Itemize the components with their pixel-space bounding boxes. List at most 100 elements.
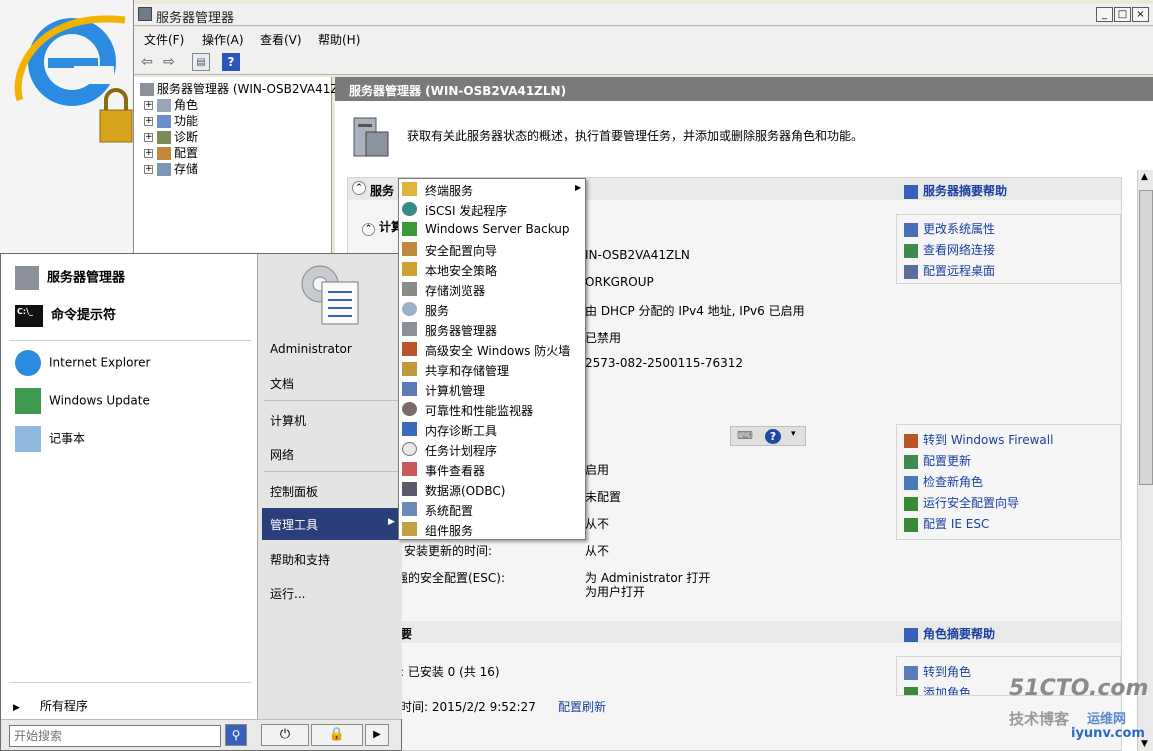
start-menu-footer: ⚲ ⏻ 🔒 ▶: [1, 719, 401, 750]
roles-summary-header: 摘要 角色摘要帮助: [348, 621, 1121, 643]
show-hide-console-tree-icon[interactable]: ▤: [192, 53, 210, 71]
submenu-security-config-wizard[interactable]: 安全配置向导: [399, 239, 585, 259]
menu-help[interactable]: 帮助(H): [318, 31, 360, 48]
start-right-administrative-tools[interactable]: 管理工具 ▶: [262, 508, 400, 540]
start-item-server-manager[interactable]: 服务器管理器: [15, 266, 125, 290]
tree-item-storage[interactable]: + 存储: [144, 160, 198, 176]
configure-refresh-link[interactable]: 配置刷新: [558, 698, 606, 715]
scroll-up-arrow-icon[interactable]: ▲: [1141, 172, 1148, 182]
expand-icon[interactable]: +: [144, 133, 153, 142]
title-bar[interactable]: 服务器管理器 _ □ ×: [134, 4, 1153, 26]
collapse-icon[interactable]: ⌃: [362, 223, 375, 236]
start-right-username[interactable]: Administrator: [270, 342, 352, 356]
submenu-iscsi-initiator[interactable]: iSCSI 发起程序: [399, 199, 585, 219]
odbc-icon: [402, 482, 417, 496]
backup-icon: [402, 222, 417, 236]
add-roles-icon: [904, 686, 918, 695]
submenu-share-storage-management[interactable]: 共享和存储管理: [399, 359, 585, 379]
roles-summary-help-link[interactable]: 角色摘要帮助: [904, 625, 995, 642]
search-icon[interactable]: ⚲: [225, 724, 247, 746]
view-network-connections-link[interactable]: 查看网络连接: [904, 241, 995, 258]
forward-arrow-icon[interactable]: ⇨: [160, 53, 178, 71]
configure-ie-esc-link[interactable]: 配置 IE ESC: [904, 515, 989, 532]
help-circle-icon[interactable]: ?: [765, 429, 781, 444]
back-arrow-icon[interactable]: ⇦: [138, 53, 156, 71]
start-right-network[interactable]: 网络: [270, 446, 294, 463]
start-search-input[interactable]: [9, 725, 221, 747]
menu-view[interactable]: 查看(V): [260, 31, 302, 48]
menu-action[interactable]: 操作(A): [202, 31, 244, 48]
go-to-roles-link[interactable]: 转到角色: [904, 663, 971, 680]
start-right-help-support[interactable]: 帮助和支持: [270, 551, 330, 568]
diagnostics-icon: [157, 131, 171, 144]
start-right-documents[interactable]: 文档: [270, 375, 294, 392]
submenu-storage-explorer[interactable]: 存储浏览器: [399, 279, 585, 299]
internet-explorer-desktop-icon[interactable]: [0, 0, 135, 150]
close-button[interactable]: ×: [1132, 7, 1149, 22]
internet-explorer-icon: [15, 350, 41, 376]
help-icon[interactable]: ?: [222, 53, 240, 71]
submenu-windows-server-backup[interactable]: Windows Server Backup: [399, 219, 585, 239]
tree-item-diagnostics[interactable]: + 诊断: [144, 128, 198, 144]
tree-item-configuration[interactable]: + 配置: [144, 144, 198, 160]
submenu-terminal-services[interactable]: 终端服务 ▶: [399, 179, 585, 199]
expand-icon[interactable]: +: [144, 149, 153, 158]
start-item-internet-explorer[interactable]: Internet Explorer: [15, 350, 150, 376]
scrollbar-thumb[interactable]: [1139, 190, 1153, 485]
dropdown-icon[interactable]: ▾: [791, 429, 796, 439]
tree-item-features[interactable]: + 功能: [144, 112, 198, 128]
security-wizard-icon: [402, 242, 417, 256]
last-check-value: 从不: [585, 517, 610, 531]
server-summary-help-link[interactable]: 服务器摘要帮助: [904, 182, 1007, 199]
keyboard-icon[interactable]: ⌨: [737, 429, 753, 442]
collapse-icon[interactable]: ⌃: [352, 181, 366, 195]
vertical-scrollbar[interactable]: ▲ ▼: [1137, 170, 1153, 751]
submenu-reliability-performance[interactable]: 可靠性和性能监视器: [399, 399, 585, 419]
menu-file[interactable]: 文件(F): [144, 31, 184, 48]
power-button[interactable]: ⏻: [261, 724, 309, 746]
start-right-computer[interactable]: 计算机: [270, 412, 306, 429]
lock-button[interactable]: 🔒: [311, 724, 363, 746]
submenu-local-security-policy[interactable]: 本地安全策略: [399, 259, 585, 279]
add-roles-link[interactable]: 添加角色: [904, 684, 971, 695]
go-to-windows-firewall-link[interactable]: 转到 Windows Firewall: [904, 431, 1053, 448]
all-programs[interactable]: ▶ 所有程序: [13, 697, 88, 714]
minimize-button[interactable]: _: [1096, 7, 1113, 22]
start-item-notepad[interactable]: 记事本: [15, 426, 85, 452]
submenu-services[interactable]: 服务: [399, 299, 585, 319]
expand-icon[interactable]: +: [144, 117, 153, 126]
configure-remote-desktop-link[interactable]: 配置远程桌面: [904, 262, 995, 279]
maximize-button[interactable]: □: [1114, 7, 1131, 22]
start-right-run[interactable]: 运行...: [270, 585, 305, 602]
submenu-computer-management[interactable]: 计算机管理: [399, 379, 585, 399]
watermark-line3: 运维网: [1087, 712, 1127, 727]
submenu-data-sources-odbc[interactable]: 数据源(ODBC): [399, 479, 585, 499]
submenu-component-services[interactable]: 组件服务: [399, 519, 585, 539]
submenu-server-manager[interactable]: 服务器管理器: [399, 319, 585, 339]
server-manager-icon: [402, 322, 417, 336]
separator: [264, 400, 398, 401]
tree-root-server-manager[interactable]: 服务器管理器 (WIN-OSB2VA41ZL: [140, 80, 345, 96]
iscsi-icon: [402, 202, 417, 216]
shutdown-options-arrow-icon[interactable]: ▶: [365, 724, 389, 746]
firewall-value: 启用: [585, 463, 610, 477]
submenu-task-scheduler[interactable]: 任务计划程序: [399, 439, 585, 459]
start-item-command-prompt[interactable]: C:\_ 命令提示符: [15, 304, 116, 327]
configure-updates-link[interactable]: 配置更新: [904, 452, 971, 469]
start-item-windows-update[interactable]: Windows Update: [15, 388, 150, 414]
expand-icon[interactable]: +: [144, 101, 153, 110]
expand-icon[interactable]: +: [144, 165, 153, 174]
check-new-roles-link[interactable]: 检查新角色: [904, 473, 983, 490]
submenu-event-viewer[interactable]: 事件查看器: [399, 459, 585, 479]
submenu-windows-firewall-advanced[interactable]: 高级安全 Windows 防火墙: [399, 339, 585, 359]
submenu-memory-diagnostics[interactable]: 内存诊断工具: [399, 419, 585, 439]
services-gear-icon: [402, 302, 417, 316]
submenu-system-configuration[interactable]: 系统配置: [399, 499, 585, 519]
remote-desktop-value: 已禁用: [585, 331, 622, 345]
run-security-wizard-link[interactable]: 运行安全配置向导: [904, 494, 1019, 511]
start-right-control-panel[interactable]: 控制面板: [270, 483, 318, 500]
tree-item-roles[interactable]: + 角色: [144, 96, 198, 112]
features-icon: [157, 115, 171, 128]
submenu-arrow-icon: ▶: [575, 183, 582, 192]
change-system-properties-link[interactable]: 更改系统属性: [904, 220, 995, 237]
